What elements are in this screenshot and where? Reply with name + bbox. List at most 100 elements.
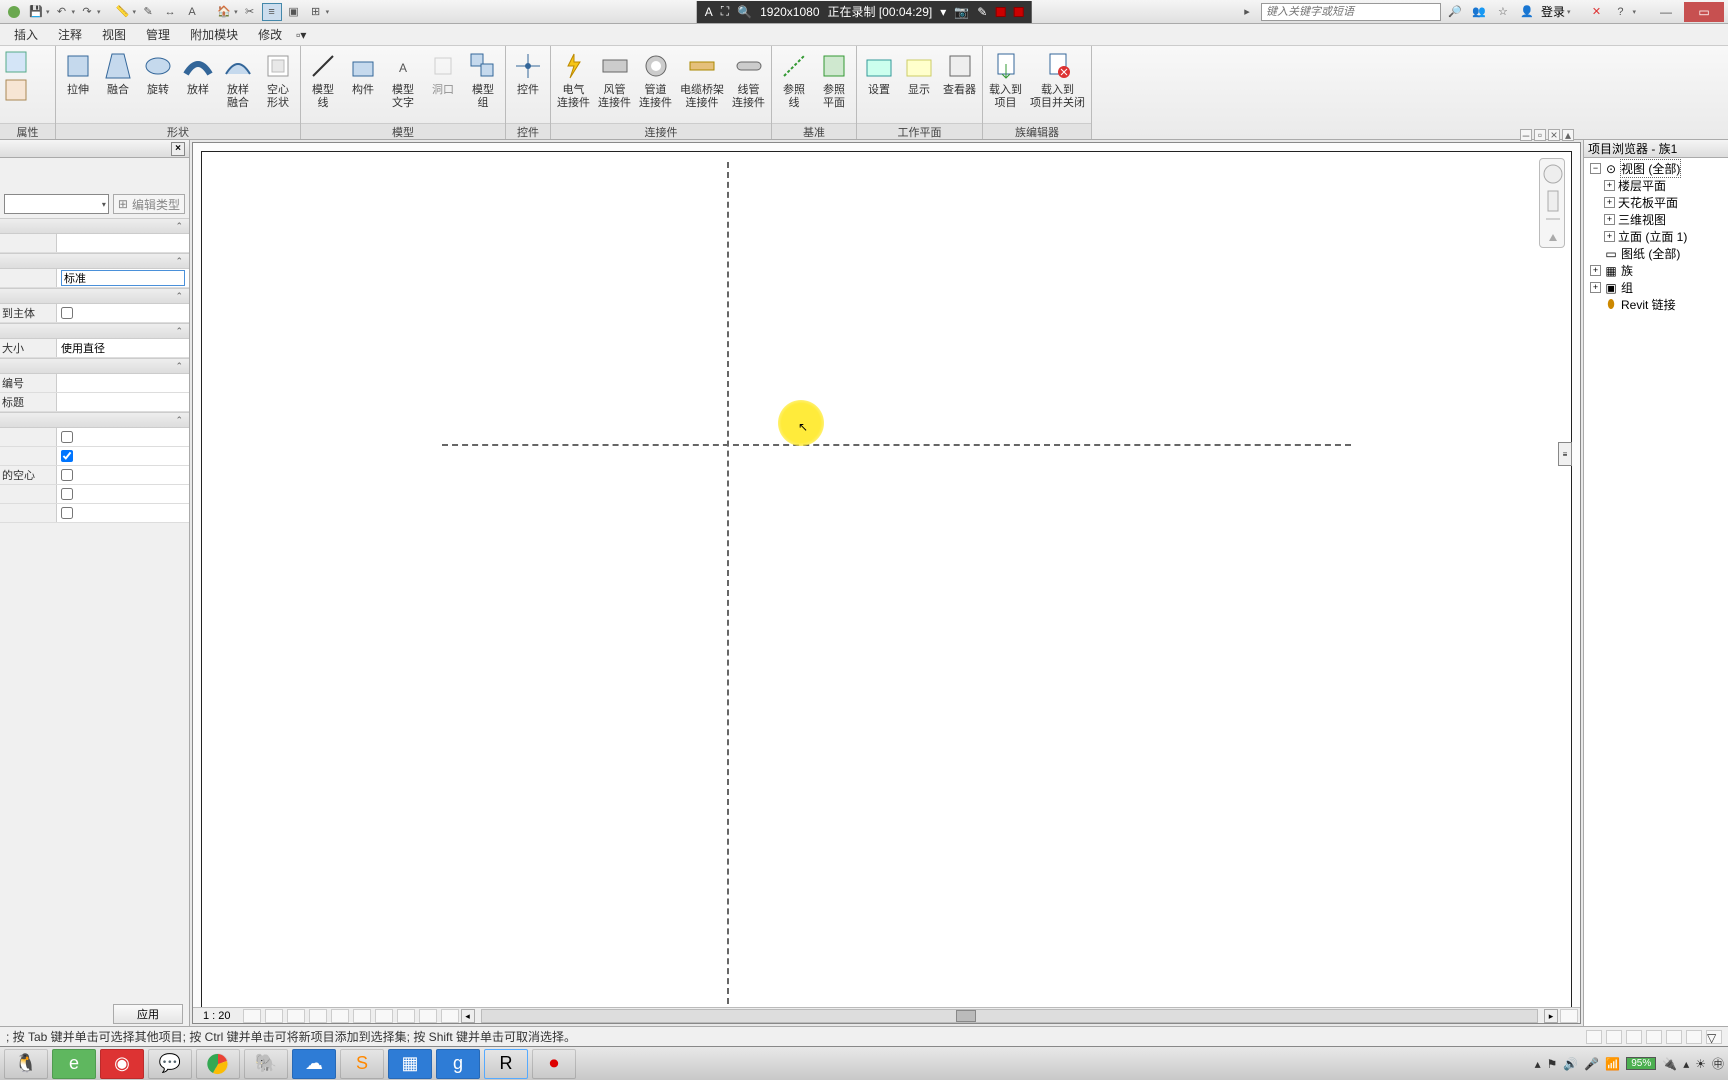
undo-icon[interactable]: ↶ <box>52 3 72 21</box>
app-menu-icon[interactable] <box>4 3 24 21</box>
vc-constraints-icon[interactable] <box>441 1009 459 1023</box>
vc-crop-show-icon[interactable] <box>353 1009 371 1023</box>
vc-visual-style-icon[interactable] <box>265 1009 283 1023</box>
duct-connector-button[interactable]: 风管 连接件 <box>594 48 635 112</box>
check-void[interactable] <box>61 469 73 481</box>
status-icon-3[interactable] <box>1626 1030 1642 1044</box>
edit-type-button[interactable]: ⊞编辑类型 <box>113 194 185 214</box>
property-standard-input[interactable] <box>61 270 185 286</box>
check-3[interactable] <box>61 488 73 500</box>
horizontal-scrollbar[interactable] <box>481 1009 1538 1023</box>
tree-node-families[interactable]: + ▦ 族 <box>1586 262 1726 279</box>
viewer-button[interactable]: 查看器 <box>939 48 980 99</box>
resize-grip-icon[interactable] <box>1560 1009 1578 1023</box>
task-netease-icon[interactable]: ◉ <box>100 1049 144 1079</box>
redo-icon[interactable]: ↷ <box>77 3 97 21</box>
scroll-left-icon[interactable]: ◂ <box>461 1009 475 1023</box>
apply-button[interactable]: 应用 <box>113 1004 183 1024</box>
swept-blend-button[interactable]: 放样 融合 <box>218 48 258 112</box>
blend-button[interactable]: 融合 <box>98 48 138 99</box>
measure-icon[interactable]: 📏 <box>113 3 133 21</box>
tray-mic-icon[interactable]: 🎤 <box>1584 1057 1599 1071</box>
tree-expand-icon[interactable]: + <box>1604 197 1615 208</box>
task-chrome-icon[interactable] <box>196 1049 240 1079</box>
switch-dropdown-icon[interactable]: ▾ <box>326 8 330 16</box>
login-dropdown-icon[interactable]: ▾ <box>1567 8 1571 16</box>
model-line-button[interactable]: 模型 线 <box>303 48 343 112</box>
set-workplane-button[interactable]: 设置 <box>859 48 899 99</box>
3d-dropdown-icon[interactable]: ▾ <box>234 8 238 16</box>
vc-detail-icon[interactable] <box>243 1009 261 1023</box>
status-filter-icon[interactable]: ▽ <box>1706 1030 1722 1044</box>
void-forms-button[interactable]: 空心 形状 <box>258 48 298 112</box>
tray-flag-icon[interactable]: ⚑ <box>1547 1057 1558 1071</box>
tray-input-icon[interactable]: ㊥ <box>1712 1055 1724 1072</box>
close-button[interactable]: ▭ <box>1684 2 1724 22</box>
tray-more-icon[interactable]: ▴ <box>1683 1057 1689 1071</box>
check-1[interactable] <box>61 431 73 443</box>
save-icon[interactable]: 💾 <box>26 3 46 21</box>
properties-button[interactable] <box>2 76 30 104</box>
section-toggle-icon[interactable]: ⌃ <box>175 291 183 302</box>
vc-shadow-icon[interactable] <box>309 1009 327 1023</box>
undo-dropdown-icon[interactable]: ▾ <box>72 8 76 16</box>
login-link[interactable]: 登录 <box>1541 3 1565 20</box>
task-vs-icon[interactable]: ▦ <box>388 1049 432 1079</box>
favorite-icon[interactable]: ☆ <box>1493 3 1513 21</box>
view-min-icon[interactable]: – <box>1520 129 1532 141</box>
task-sogou-icon[interactable]: S <box>340 1049 384 1079</box>
electrical-connector-button[interactable]: 电气 连接件 <box>553 48 594 112</box>
tree-node-floor-plans[interactable]: + 楼层平面 <box>1586 177 1726 194</box>
extrusion-button[interactable]: 拉伸 <box>58 48 98 99</box>
tree-expand-icon[interactable]: + <box>1604 214 1615 225</box>
menu-manage[interactable]: 管理 <box>136 24 180 45</box>
tray-power-icon[interactable]: 🔌 <box>1662 1057 1677 1071</box>
measure-dropdown-icon[interactable]: ▾ <box>133 8 137 16</box>
scroll-right-icon[interactable]: ▸ <box>1544 1009 1558 1023</box>
section-toggle-icon[interactable]: ⌃ <box>175 361 183 372</box>
vc-crop-icon[interactable] <box>331 1009 349 1023</box>
pipe-connector-button[interactable]: 管道 连接件 <box>635 48 676 112</box>
task-g-icon[interactable]: g <box>436 1049 480 1079</box>
status-icon-2[interactable] <box>1606 1030 1622 1044</box>
show-workplane-button[interactable]: 显示 <box>899 48 939 99</box>
view-close-icon[interactable]: × <box>1548 129 1560 141</box>
revolve-button[interactable]: 旋转 <box>138 48 178 99</box>
section-toggle-icon[interactable]: ⌃ <box>175 256 183 267</box>
status-icon-1[interactable] <box>1586 1030 1602 1044</box>
search-input[interactable] <box>1261 3 1441 21</box>
tree-node-3d[interactable]: + 三维视图 <box>1586 211 1726 228</box>
check-2[interactable] <box>61 450 73 462</box>
tray-battery[interactable]: 95% <box>1626 1057 1656 1070</box>
thin-lines-icon[interactable]: ≡ <box>262 3 282 21</box>
tree-expand-icon[interactable]: + <box>1590 265 1601 276</box>
prop-value-size[interactable]: 使用直径 <box>57 339 189 357</box>
vc-reveal-icon[interactable] <box>419 1009 437 1023</box>
menu-modify[interactable]: 修改 <box>248 24 292 45</box>
exchange-icon[interactable]: ✕ <box>1586 3 1606 21</box>
menu-insert[interactable]: 插入 <box>4 24 48 45</box>
tree-expand-icon[interactable]: + <box>1590 282 1601 293</box>
status-icon-6[interactable] <box>1686 1030 1702 1044</box>
pencil-icon[interactable]: ✎ <box>977 5 987 19</box>
sweep-button[interactable]: 放样 <box>178 48 218 99</box>
vc-sun-icon[interactable] <box>287 1009 305 1023</box>
view-up-icon[interactable]: ▴ <box>1562 129 1574 141</box>
task-recorder-icon[interactable]: ⏺ <box>532 1049 576 1079</box>
tree-expand-icon[interactable]: + <box>1604 231 1615 242</box>
status-icon-5[interactable] <box>1666 1030 1682 1044</box>
side-tab-icon[interactable]: ≡ <box>1558 442 1572 466</box>
tree-node-ceiling-plans[interactable]: + 天花板平面 <box>1586 194 1726 211</box>
tree-node-views[interactable]: − ⊙ 视图 (全部) <box>1586 160 1726 177</box>
opening-button[interactable]: 洞口 <box>423 48 463 99</box>
section-toggle-icon[interactable]: ⌃ <box>175 415 183 426</box>
section-toggle-icon[interactable]: ⌃ <box>175 221 183 232</box>
modify-button[interactable] <box>2 48 30 76</box>
search-go-icon[interactable]: 🔎 <box>1445 3 1465 21</box>
component-button[interactable]: 构件 <box>343 48 383 99</box>
type-selector[interactable]: ▾ <box>4 194 109 214</box>
camera-icon[interactable]: 📷 <box>954 5 969 19</box>
control-button[interactable]: 控件 <box>508 48 548 99</box>
task-baidu-icon[interactable]: ☁ <box>292 1049 336 1079</box>
task-ie-icon[interactable]: e <box>52 1049 96 1079</box>
